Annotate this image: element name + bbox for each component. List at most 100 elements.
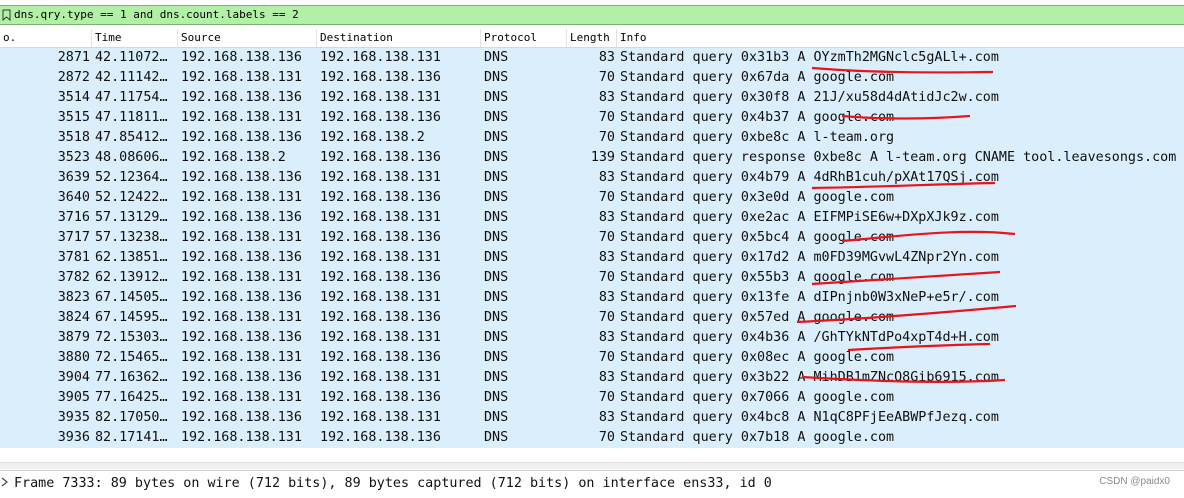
table-row[interactable]: 3782 62.13912… 192.168.138.131 192.168.138.… xyxy=(0,268,1184,288)
packet-src-cell: 192.168.138.136 xyxy=(181,410,302,425)
table-row[interactable]: 3514 47.11754… 192.168.138.136 192.168.138.… xyxy=(0,88,1184,108)
packet-info-cell: Standard query 0x7b18 A google.com xyxy=(620,430,895,445)
packet-no-cell: 3716 xyxy=(57,210,90,225)
table-row[interactable]: 2872 42.11142… 192.168.138.131 192.168.138.… xyxy=(0,68,1184,88)
packet-info-cell: Standard query 0x57ed A google.com xyxy=(620,310,895,325)
packet-time-cell: 47.85412… xyxy=(95,130,168,145)
packet-len-cell: 70 xyxy=(598,350,615,365)
table-row[interactable]: 3904 77.16362… 192.168.138.136 192.168.138.… xyxy=(0,368,1184,388)
packet-no-cell: 3717 xyxy=(57,230,90,245)
packet-no-cell: 3518 xyxy=(57,130,90,145)
packet-info-cell: Standard query 0x55b3 A google.com xyxy=(620,270,895,285)
packet-proto-cell: DNS xyxy=(484,430,509,445)
packet-time-cell: 67.14595… xyxy=(95,310,168,325)
packet-no-cell: 3879 xyxy=(57,330,90,345)
table-row[interactable]: 3640 52.12422… 192.168.138.131 192.168.138.… xyxy=(0,188,1184,208)
packet-no-cell: 3781 xyxy=(57,250,90,265)
frame-summary[interactable]: Frame 7333: 89 bytes on wire (712 bits),… xyxy=(14,474,772,494)
packet-time-cell: 67.14505… xyxy=(95,290,168,305)
expand-arrow-icon[interactable] xyxy=(1,477,9,487)
horizontal-scrollbar[interactable] xyxy=(0,462,1184,469)
packet-len-cell: 70 xyxy=(598,430,615,445)
packet-info-cell: Standard query 0x3b22 A MihDB1mZNcQ8Gib6… xyxy=(620,370,999,385)
column-header-time[interactable]: Time xyxy=(92,29,178,47)
packet-len-cell: 83 xyxy=(598,90,615,105)
packet-len-cell: 70 xyxy=(598,230,615,245)
filter-expression: dns.qry.type == 1 and dns.count.labels =… xyxy=(14,8,299,21)
packet-list-header: o. Time Source Destination Protocol Leng… xyxy=(0,29,1184,48)
packet-proto-cell: DNS xyxy=(484,330,509,345)
column-header-protocol[interactable]: Protocol xyxy=(481,29,567,47)
packet-time-cell: 57.13238… xyxy=(95,230,168,245)
packet-len-cell: 70 xyxy=(598,70,615,85)
packet-info-cell: Standard query 0x30f8 A 21J/xu58d4dAtidJ… xyxy=(620,90,999,105)
packet-proto-cell: DNS xyxy=(484,190,509,205)
packet-src-cell: 192.168.138.131 xyxy=(181,350,302,365)
packet-dst-cell: 192.168.138.136 xyxy=(320,230,441,245)
packet-src-cell: 192.168.138.136 xyxy=(181,330,302,345)
table-row[interactable]: 3905 77.16425… 192.168.138.131 192.168.138.… xyxy=(0,388,1184,408)
packet-len-cell: 70 xyxy=(598,390,615,405)
packet-len-cell: 83 xyxy=(598,210,615,225)
packet-time-cell: 48.08606… xyxy=(95,150,168,165)
packet-src-cell: 192.168.138.131 xyxy=(181,390,302,405)
packet-src-cell: 192.168.138.131 xyxy=(181,430,302,445)
packet-dst-cell: 192.168.138.131 xyxy=(320,50,441,65)
table-row[interactable]: 3716 57.13129… 192.168.138.136 192.168.138.… xyxy=(0,208,1184,228)
packet-dst-cell: 192.168.138.136 xyxy=(320,390,441,405)
display-filter-input[interactable]: dns.qry.type == 1 and dns.count.labels =… xyxy=(0,5,1184,25)
table-row[interactable]: 3515 47.11811… 192.168.138.131 192.168.138.… xyxy=(0,108,1184,128)
table-row[interactable]: 3639 52.12364… 192.168.138.136 192.168.138.… xyxy=(0,168,1184,188)
column-header-no[interactable]: o. xyxy=(0,29,92,47)
packet-info-cell: Standard query 0xbe8c A l-team.org xyxy=(620,130,895,145)
packet-src-cell: 192.168.138.131 xyxy=(181,110,302,125)
packet-proto-cell: DNS xyxy=(484,390,509,405)
packet-info-cell: Standard query 0x7066 A google.com xyxy=(620,390,895,405)
packet-no-cell: 3935 xyxy=(57,410,90,425)
packet-time-cell: 52.12364… xyxy=(95,170,168,185)
column-header-source[interactable]: Source xyxy=(178,29,317,47)
packet-src-cell: 192.168.138.131 xyxy=(181,310,302,325)
packet-dst-cell: 192.168.138.131 xyxy=(320,90,441,105)
table-row[interactable]: 3717 57.13238… 192.168.138.131 192.168.138.… xyxy=(0,228,1184,248)
packet-src-cell: 192.168.138.136 xyxy=(181,170,302,185)
packet-dst-cell: 192.168.138.131 xyxy=(320,410,441,425)
packet-info-cell: Standard query 0xe2ac A EIFMPiSE6w+DXpXJ… xyxy=(620,210,999,225)
bookmark-icon[interactable] xyxy=(2,9,11,21)
packet-time-cell: 47.11811… xyxy=(95,110,168,125)
table-row[interactable]: 3935 82.17050… 192.168.138.136 192.168.138.… xyxy=(0,408,1184,428)
table-row[interactable]: 3781 62.13851… 192.168.138.136 192.168.138.… xyxy=(0,248,1184,268)
packet-info-cell: Standard query 0x4b36 A /GhTYkNTdPo4xpT4… xyxy=(620,330,999,345)
packet-no-cell: 3782 xyxy=(57,270,90,285)
packet-info-cell: Standard query 0x67da A google.com xyxy=(620,70,895,85)
packet-src-cell: 192.168.138.136 xyxy=(181,250,302,265)
packet-proto-cell: DNS xyxy=(484,310,509,325)
table-row[interactable]: 3823 67.14505… 192.168.138.136 192.168.138.… xyxy=(0,288,1184,308)
table-row[interactable]: 3879 72.15303… 192.168.138.136 192.168.138.… xyxy=(0,328,1184,348)
table-row[interactable]: 3518 47.85412… 192.168.138.136 192.168.138.… xyxy=(0,128,1184,148)
table-row[interactable]: 3523 48.08606… 192.168.138.2 192.168.138.13… xyxy=(0,148,1184,168)
packet-len-cell: 70 xyxy=(598,190,615,205)
column-header-length[interactable]: Length xyxy=(567,29,617,47)
packet-info-cell: Standard query 0x17d2 A m0FD39MGvwL4ZNpr… xyxy=(620,250,999,265)
table-row[interactable]: 3824 67.14595… 192.168.138.131 192.168.138.… xyxy=(0,308,1184,328)
packet-len-cell: 70 xyxy=(598,130,615,145)
packet-proto-cell: DNS xyxy=(484,90,509,105)
packet-proto-cell: DNS xyxy=(484,410,509,425)
packet-dst-cell: 192.168.138.131 xyxy=(320,210,441,225)
packet-no-cell: 3936 xyxy=(57,430,90,445)
column-header-info[interactable]: Info xyxy=(617,29,1184,47)
packet-info-cell: Standard query 0x4bc8 A N1qC8PFjEeABWPfJ… xyxy=(620,410,999,425)
packet-dst-cell: 192.168.138.136 xyxy=(320,430,441,445)
packet-time-cell: 77.16362… xyxy=(95,370,168,385)
packet-no-cell: 3905 xyxy=(57,390,90,405)
packet-no-cell: 3880 xyxy=(57,350,90,365)
column-header-destination[interactable]: Destination xyxy=(317,29,481,47)
table-row[interactable]: 2871 42.11072… 192.168.138.136 192.168.138.… xyxy=(0,48,1184,68)
packet-src-cell: 192.168.138.131 xyxy=(181,230,302,245)
packet-len-cell: 70 xyxy=(598,270,615,285)
table-row[interactable]: 3880 72.15465… 192.168.138.131 192.168.138.… xyxy=(0,348,1184,368)
packet-proto-cell: DNS xyxy=(484,70,509,85)
table-row[interactable]: 3936 82.17141… 192.168.138.131 192.168.138.… xyxy=(0,428,1184,448)
packet-no-cell: 3514 xyxy=(57,90,90,105)
